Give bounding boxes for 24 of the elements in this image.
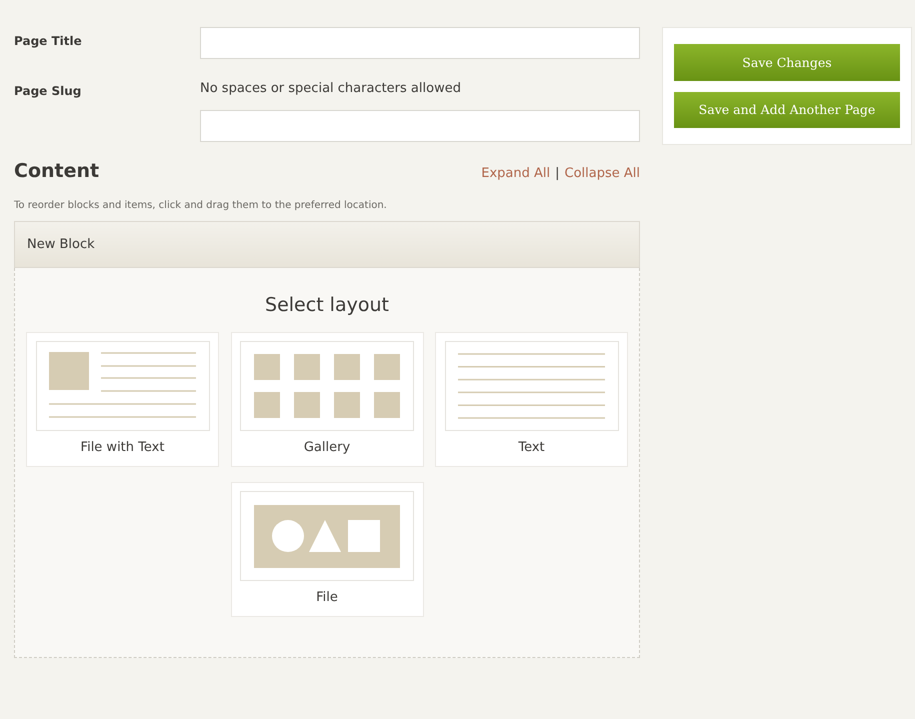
section-heading: Content xyxy=(14,160,100,182)
field-label: Page Title xyxy=(14,33,83,50)
layout-option[interactable]: File with Text xyxy=(26,332,219,467)
layout-label: File xyxy=(316,590,338,605)
layout-option[interactable]: File xyxy=(230,482,424,617)
file-with-text-icon xyxy=(49,352,196,420)
text-field[interactable] xyxy=(200,27,640,59)
instructions-text: To reorder blocks and items, click and drag them to the preferred location. xyxy=(14,200,388,211)
layout-heading: Select layout xyxy=(264,293,390,318)
text-field[interactable] xyxy=(200,110,640,142)
field-label: Page Slug xyxy=(14,83,82,100)
layout-option[interactable]: Gallery xyxy=(230,332,424,467)
layout-label: Gallery xyxy=(304,440,350,455)
block-header[interactable]: New Block xyxy=(14,221,640,268)
field-hint: No spaces or special characters allowed xyxy=(200,81,462,96)
text-lines-icon xyxy=(458,353,605,419)
gallery-icon xyxy=(254,354,400,418)
link-separator: | xyxy=(555,166,560,181)
collapse-all-link[interactable]: Collapse All xyxy=(564,166,640,181)
layout-option[interactable]: Text xyxy=(435,332,628,467)
expand-all-link[interactable]: Expand All xyxy=(481,166,550,181)
layout-label: File with Text xyxy=(80,440,164,455)
file-shapes-icon xyxy=(254,504,400,568)
layout-label: Text xyxy=(518,440,545,455)
